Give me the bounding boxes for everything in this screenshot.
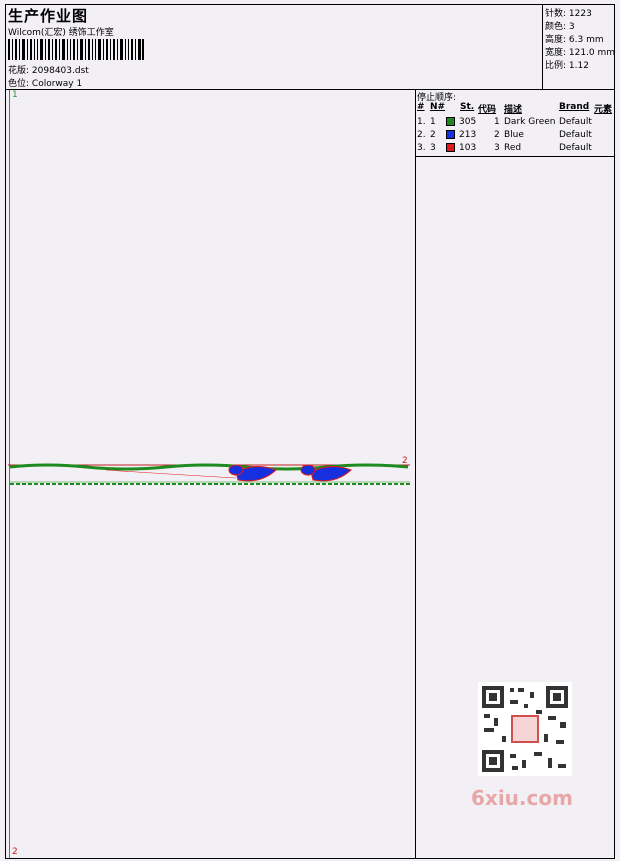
col-description: 描述 — [504, 105, 523, 115]
travel-stitch — [105, 469, 237, 479]
design-file-value: 2098403.dst — [31, 66, 89, 76]
watermark-text: 6xiu.com — [471, 786, 573, 810]
watermark: 6xiu.com — [466, 682, 578, 812]
blue-bud-2 — [300, 464, 316, 476]
green-vine-top — [9, 463, 409, 471]
colorway: 色位: Colorway 1 — [8, 76, 82, 89]
blue-bud-1 — [228, 464, 244, 476]
col-index: # — [417, 102, 425, 112]
stitch-count: 针数: 1223 — [545, 9, 592, 19]
panel-divider — [416, 156, 614, 157]
page-title: 生产作业图 — [8, 7, 89, 25]
end-marker: 2 — [12, 847, 18, 857]
qr-code — [478, 682, 572, 776]
barcode — [8, 39, 144, 60]
colorway-label: 色位: — [8, 79, 30, 89]
color-swatch — [446, 130, 455, 139]
design-stats: 针数: 1223 颜色: 3 高度: 6.3 mm 宽度: 121.0 mm 比… — [542, 5, 615, 89]
design-height: 高度: 6.3 mm — [545, 35, 604, 45]
header: 生产作业图 Wilcom(汇宏) 绣饰工作室 花版: 2098403.dst 色… — [6, 5, 615, 90]
design-width: 宽度: 121.0 mm — [545, 48, 616, 58]
colorway-value: Colorway 1 — [31, 79, 83, 89]
col-code: 代码 — [478, 105, 497, 115]
table-row: 3. 3 103 3 Red Default — [417, 143, 592, 153]
col-stitches: St. — [460, 102, 475, 112]
color-swatch — [446, 143, 455, 152]
design-scale: 比例: 1.12 — [545, 61, 589, 71]
col-element: 元素 — [594, 105, 613, 115]
color-count: 颜色: 3 — [545, 22, 575, 32]
studio-name: Wilcom(汇宏) 绣饰工作室 — [8, 28, 114, 38]
table-row: 2. 2 213 2 Blue Default — [417, 130, 592, 140]
start-marker: 1 — [12, 90, 18, 100]
design-file: 花版: 2098403.dst — [8, 63, 89, 76]
color-swatch — [446, 117, 455, 126]
col-needle: N# — [430, 102, 446, 112]
design-file-label: 花版: — [8, 66, 30, 76]
table-row: 1. 1 305 1 Dark Green Default — [417, 117, 592, 127]
col-brand: Brand — [559, 102, 590, 112]
design-preview: 1 2 2 — [6, 90, 416, 858]
embroidery-design — [8, 463, 410, 485]
